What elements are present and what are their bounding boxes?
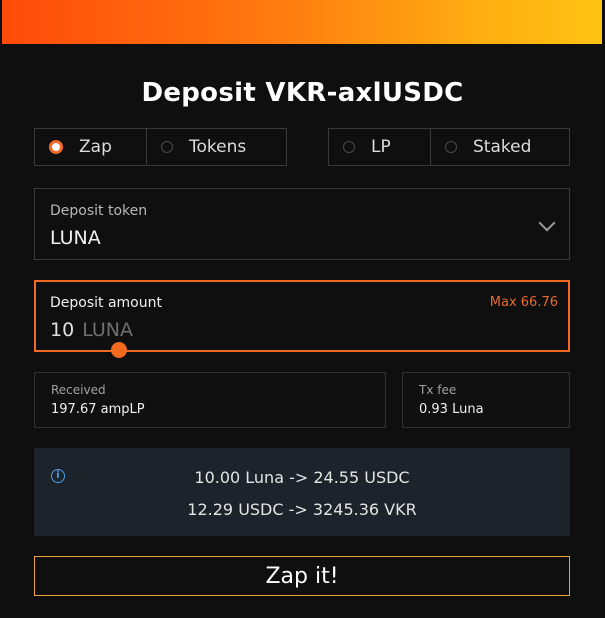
- tab-staked-label: Staked: [473, 137, 532, 157]
- header-gradient-bar: [2, 0, 602, 44]
- max-amount-button[interactable]: Max 66.76: [490, 295, 558, 310]
- amount-slider-handle[interactable]: [111, 342, 127, 358]
- deposit-token-select[interactable]: Deposit token LUNA: [34, 188, 570, 260]
- deposit-amount-input[interactable]: 10 LUNA: [50, 319, 133, 341]
- tx-fee-value: 0.93 Luna: [419, 402, 484, 417]
- received-value: 197.67 ampLP: [51, 402, 145, 417]
- tab-zap-label: Zap: [79, 137, 112, 157]
- deposit-amount-label: Deposit amount: [50, 295, 162, 311]
- tab-lp-label: LP: [371, 137, 391, 157]
- received-label: Received: [51, 383, 106, 397]
- radio-icon: [445, 141, 457, 153]
- radio-icon: [161, 141, 173, 153]
- tab-tokens-label: Tokens: [189, 137, 247, 157]
- radio-icon: [343, 141, 355, 153]
- deposit-amount-value: 10: [50, 319, 75, 341]
- deposit-token-label: Deposit token: [50, 203, 148, 219]
- page-title: Deposit VKR-axlUSDC: [141, 78, 464, 108]
- radio-icon-selected: [49, 140, 63, 154]
- tx-fee-box: Tx fee 0.93 Luna: [402, 372, 570, 428]
- tab-zap[interactable]: Zap: [34, 128, 147, 166]
- received-box: Received 197.67 ampLP: [34, 372, 386, 428]
- deposit-amount-field[interactable]: Deposit amount Max 66.76 10 LUNA: [34, 280, 570, 352]
- deposit-amount-unit: LUNA: [82, 319, 133, 341]
- chevron-down-icon[interactable]: [538, 214, 556, 232]
- route-line-2: 12.29 USDC -> 3245.36 VKR: [187, 500, 417, 519]
- zap-button[interactable]: Zap it!: [34, 556, 570, 596]
- deposit-token-value: LUNA: [50, 227, 101, 249]
- swap-route-box: i 10.00 Luna -> 24.55 USDC 12.29 USDC ->…: [34, 448, 570, 536]
- tx-fee-label: Tx fee: [419, 383, 457, 397]
- tab-lp[interactable]: LP: [328, 128, 431, 166]
- route-line-1: 10.00 Luna -> 24.55 USDC: [194, 468, 410, 487]
- tab-staked[interactable]: Staked: [430, 128, 570, 166]
- tab-tokens[interactable]: Tokens: [146, 128, 287, 166]
